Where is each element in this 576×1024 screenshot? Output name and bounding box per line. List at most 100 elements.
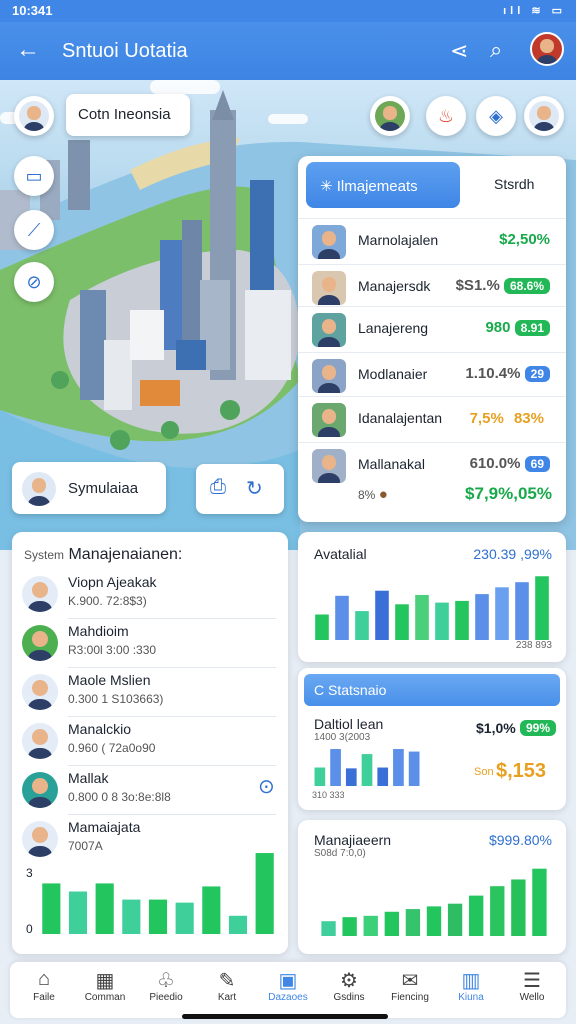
coin-bag-icon: ●: [378, 486, 388, 503]
panel-row[interactable]: Lanajereng 980 8.91: [298, 306, 566, 350]
avatar: [312, 225, 346, 259]
chart-bar: [511, 879, 526, 936]
nav-item[interactable]: ☰ Wello: [504, 968, 560, 1003]
simulation-chip[interactable]: Symulaiaa: [12, 462, 166, 514]
avatar: [22, 472, 56, 506]
panel-row[interactable]: Idanalajentan 7,5% 83%: [298, 396, 566, 440]
stats-header[interactable]: C Statsnaio: [304, 674, 560, 706]
chart-bar: [122, 899, 141, 934]
menu-icon: ☰: [523, 970, 541, 992]
y-tick-label: 0: [26, 922, 33, 936]
list-item[interactable]: Mallak 0.800 0 8 3o:8e:8l8: [12, 766, 288, 815]
refresh-icon[interactable]: ↻: [246, 476, 263, 501]
nav-item[interactable]: ⌂ Faile: [16, 968, 72, 1003]
chart-bar: [426, 906, 442, 936]
avatar-button[interactable]: [14, 96, 54, 136]
list-item[interactable]: Viopn Ajeakak K.900. 72:8$3): [12, 570, 288, 619]
nav-item[interactable]: ♧ Pieedio: [138, 968, 194, 1003]
card-value: $999.80%: [488, 832, 552, 848]
item-name: Viopn Ajeakak: [68, 574, 157, 590]
app-bar: ← Sntuoi Uotatia ⋖ ⌕: [0, 22, 576, 80]
briefcase-icon[interactable]: ⎙: [210, 476, 226, 499]
nav-item[interactable]: ✎ Kart: [199, 968, 255, 1003]
row-name: Marnolajalen: [358, 232, 439, 248]
avatar: [19, 101, 49, 131]
chart-bar: [68, 891, 88, 934]
panel-row[interactable]: Manajersdk $S1.% 68.6%: [298, 264, 566, 308]
list-item[interactable]: Mahdioim R3:00l 3:00 :330: [12, 619, 288, 668]
avatar: [312, 313, 346, 347]
search-icon[interactable]: ⌕: [490, 37, 502, 63]
item-sub: 0.960 ( 72a0o90: [68, 741, 156, 755]
panel-row[interactable]: Modlanaier 1.10.4% 29: [298, 352, 566, 396]
item-name: Mallak: [68, 770, 109, 786]
row-value-text: 1.10.4%: [465, 365, 521, 382]
nav-item[interactable]: ▦ Comman: [77, 968, 133, 1003]
home-indicator[interactable]: [182, 1014, 388, 1019]
nav-label: Pieedio: [149, 992, 183, 1003]
status-bar: 10:341 ıll ≋ ▭: [0, 0, 576, 22]
nav-item[interactable]: ⚙ Gsdins: [321, 968, 377, 1003]
mail-icon: ✉: [401, 970, 419, 992]
row-name: Idanalajentan: [358, 410, 443, 426]
chart-bar: [535, 576, 549, 640]
nav-label: Dazaoes: [268, 992, 308, 1003]
chart-bar: [395, 604, 409, 640]
avatar: [312, 359, 346, 393]
row-name: Lanajereng: [358, 320, 429, 336]
panel-footer-value: $7,9%,05%: [465, 484, 552, 503]
row-value-text: 610.0%: [469, 455, 521, 472]
back-arrow-icon[interactable]: ←: [16, 36, 40, 64]
cloud: [268, 114, 308, 124]
card-subtitle: S08d 7:0,0): [314, 848, 366, 859]
tab-search[interactable]: Stsrdh: [494, 176, 534, 192]
bottom-nav: ⌂ Faile ▦ Comman ♧ Pieedio ✎ Kart ▣ Dazaoes ⚙…: [10, 962, 566, 1018]
chart-bar: [435, 602, 449, 640]
chart-bar: [532, 868, 547, 936]
nav-label: Kart: [217, 992, 237, 1003]
character-icon[interactable]: [370, 96, 410, 136]
row-badge: 29: [524, 366, 550, 382]
avatar: [312, 449, 346, 483]
chart-bar: [415, 594, 429, 640]
nav-label: Fiencing: [391, 992, 429, 1003]
share-icon[interactable]: ⋖: [450, 38, 468, 64]
wallet-icon[interactable]: ▭: [14, 156, 54, 196]
row-value: 610.0% 69: [470, 455, 550, 472]
tab-management-label: Ilmajemeats: [336, 178, 418, 195]
row-badge: 83%: [513, 410, 544, 427]
panel-row[interactable]: Marnolajalen $2,50%: [298, 218, 566, 262]
tab-management[interactable]: ✳ Ilmajemeats: [306, 162, 460, 208]
avatar: [22, 723, 58, 759]
item-sub: K.900. 72:8$3): [68, 594, 147, 608]
location-pin-icon[interactable]: ⊙: [258, 774, 275, 799]
panel-row[interactable]: Mallanakal 610.0% 69: [298, 442, 566, 486]
sparkle-icon: ✳: [320, 178, 337, 195]
nav-item[interactable]: ✉ Fiencing: [382, 968, 438, 1003]
nav-item[interactable]: ▣ Dazaoes: [260, 968, 316, 1003]
row-name: Manajersdk: [358, 278, 431, 294]
list-item[interactable]: Maole Mslien 0.300 1 S103663): [12, 668, 288, 717]
row-badge: 68.6%: [503, 278, 550, 294]
bar-chart: [314, 749, 420, 786]
avatar: [22, 772, 58, 808]
panel-footer-left: 8% ●: [358, 486, 388, 503]
user-icon[interactable]: [524, 96, 564, 136]
tag-icon[interactable]: ◈: [476, 96, 516, 136]
location-label[interactable]: Cotn Ineonsia: [66, 94, 190, 136]
nav-label: Comman: [84, 992, 126, 1003]
chart-bar: [342, 917, 357, 936]
nav-label: Kiuna: [458, 992, 484, 1003]
fire-icon[interactable]: ♨: [426, 96, 466, 136]
profile-avatar[interactable]: [530, 32, 564, 66]
chart-bar: [495, 587, 509, 640]
chart-bar: [355, 611, 369, 640]
avatar: [312, 271, 346, 305]
map-tool-icon[interactable]: ⟋: [14, 210, 54, 250]
item-name: Maole Mslien: [68, 672, 151, 688]
link-icon[interactable]: ⊘: [14, 262, 54, 302]
row-value: 1.10.4% 29: [465, 365, 550, 382]
card-title: Manajiaeern: [314, 832, 392, 848]
list-item[interactable]: Manalckio 0.960 ( 72a0o90: [12, 717, 288, 766]
nav-item[interactable]: ▥ Kiuna: [443, 968, 499, 1003]
